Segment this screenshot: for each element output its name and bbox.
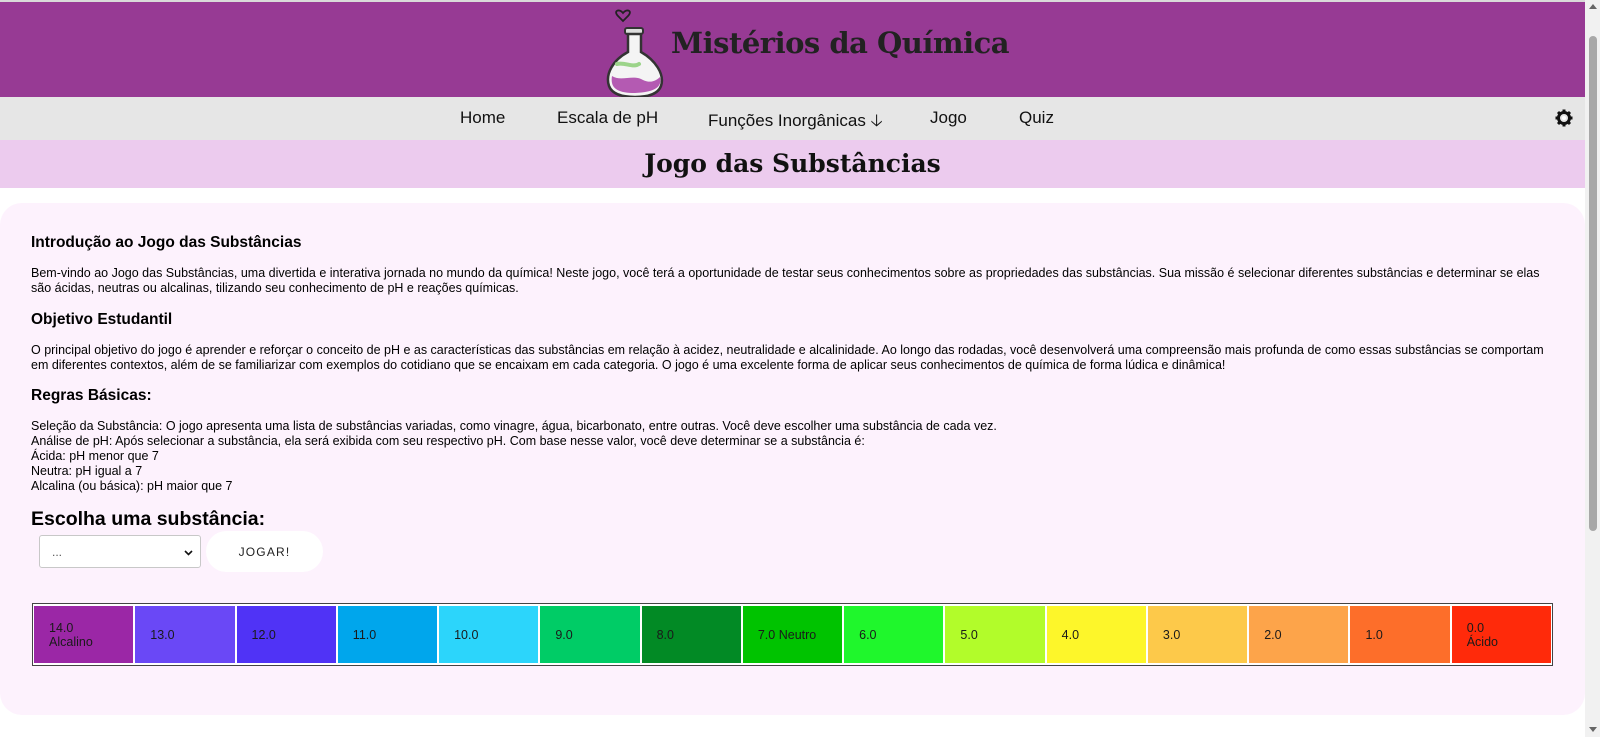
ph-scale-cell-label: 9.0: [555, 628, 572, 642]
ph-value-label: 6.0: [859, 627, 877, 642]
ph-scale-cell: 4.0: [1046, 606, 1146, 663]
substance-select[interactable]: ...: [39, 535, 201, 568]
ph-value-label: 10.0: [454, 627, 479, 642]
choose-substance-heading: Escolha uma substância:: [31, 508, 266, 530]
rule-line: Neutra: pH igual a 7: [31, 464, 143, 478]
ph-scale-cell: 9.0: [540, 606, 640, 663]
ph-scale-cell-label: 12.0: [252, 628, 276, 642]
ph-category-label: Ácido: [1466, 634, 1498, 649]
ph-scale-cell: 7.0 Neutro: [742, 606, 843, 663]
ph-scale-cell: 3.0: [1147, 606, 1248, 663]
ph-value-label: 3.0: [1162, 627, 1181, 642]
page-title: Jogo das Substâncias: [644, 149, 941, 178]
ph-value-label: 4.0: [1061, 627, 1080, 642]
rule-line: Alcalina (ou básica): pH maior que 7: [31, 479, 233, 493]
flask-icon: [606, 9, 664, 97]
ph-scale-cell-label: 4.0: [1062, 628, 1079, 642]
ph-value-label: 13.0: [150, 627, 175, 642]
ph-category-label: Alcalino: [49, 634, 93, 649]
ph-scale-cell-label: 14.0 Alcalino: [49, 621, 93, 649]
ph-scale-cell-label: 11.0: [353, 628, 376, 642]
ph-scale-cell: 6.0: [844, 606, 944, 663]
gear-icon[interactable]: [1555, 109, 1573, 127]
nav-item-escala-ph[interactable]: Escala de pH: [557, 108, 658, 128]
ph-scale-cell-label: 0.0 Ácido: [1467, 621, 1498, 649]
chevron-down-icon: [184, 550, 193, 556]
ph-scale-cell: 14.0 Alcalino: [34, 606, 134, 663]
ph-scale: 14.0 Alcalino 13.0 12.0 11.0 10.0 9.0 8.0 7.0 Ne…: [32, 603, 1553, 666]
ph-scale-cell: 2.0: [1249, 606, 1349, 663]
ph-scale-cell-label: 2.0: [1264, 628, 1281, 642]
rule-line: Análise de pH: Após selecionar a substân…: [31, 434, 865, 448]
ph-value-label: 11.0: [352, 627, 377, 642]
ph-scale-cell-label: 3.0: [1163, 628, 1180, 642]
ph-value-label: 8.0: [656, 627, 674, 642]
site-header: Mistérios da Química: [0, 2, 1585, 97]
ph-scale-cell-label: 10.0: [454, 628, 478, 642]
rule-line: Seleção da Substância: O jogo apresenta …: [31, 419, 997, 433]
page-title-band: Jogo das Substâncias: [0, 140, 1585, 188]
ph-scale-cell-label: 8.0: [657, 628, 674, 642]
nav-item-quiz[interactable]: Quiz: [1019, 108, 1054, 128]
ph-scale-cell-label: 5.0: [960, 628, 977, 642]
ph-value-label: 12.0: [251, 627, 276, 642]
nav-item-funcoes-inorganicas[interactable]: Funções Inorgânicas 🡣: [708, 108, 883, 137]
ph-scale-cell: 1.0: [1350, 606, 1450, 663]
objective-text: O principal objetivo do jogo é aprender …: [31, 343, 1544, 372]
ph-value-label: 9.0: [555, 627, 573, 642]
substance-select-value: ...: [52, 545, 63, 559]
ph-scale-cell: 8.0: [641, 606, 741, 663]
main-nav: Home Escala de pH Funções Inorgânicas 🡣 …: [0, 97, 1585, 140]
intro-heading: Introdução ao Jogo das Substâncias: [31, 234, 302, 251]
objective-heading: Objetivo Estudantil: [31, 311, 173, 328]
ph-scale-cell: 11.0: [337, 606, 438, 663]
scroll-thumb[interactable]: [1589, 36, 1597, 531]
nav-item-jogo[interactable]: Jogo: [930, 108, 967, 128]
ph-scale-cell: 0.0 Ácido: [1451, 606, 1551, 663]
ph-scale-cell: 13.0: [135, 606, 235, 663]
site-title: Mistérios da Química: [671, 26, 1010, 60]
scroll-up-arrow-icon[interactable]: [1589, 4, 1597, 9]
rules-list: Seleção da Substância: O jogo apresenta …: [31, 419, 1561, 494]
intro-text: Bem-vindo ao Jogo das Substâncias, uma d…: [31, 266, 1540, 295]
ph-value-label: 2.0: [1264, 627, 1282, 642]
rule-line: Ácida: pH menor que 7: [31, 449, 159, 463]
ph-scale-cell: 5.0: [945, 606, 1045, 663]
rules-heading: Regras Básicas:: [31, 387, 152, 404]
ph-scale-cell-label: 1.0: [1365, 628, 1382, 642]
ph-scale-cell: 12.0: [236, 606, 336, 663]
scroll-down-arrow-icon[interactable]: [1589, 727, 1597, 732]
ph-value-label: 14.0: [49, 620, 74, 635]
site-logo[interactable]: Mistérios da Química: [605, 4, 1010, 97]
ph-value-label: 5.0: [960, 627, 978, 642]
ph-scale-cell-label: 7.0 Neutro: [758, 628, 816, 642]
play-button[interactable]: JOGAR!: [206, 531, 323, 572]
ph-scale-cell-label: 6.0: [859, 628, 876, 642]
ph-scale-cell: 10.0: [439, 606, 539, 663]
ph-value-label: 7.0 Neutro: [757, 627, 817, 642]
ph-value-label: 0.0: [1466, 620, 1485, 635]
ph-value-label: 1.0: [1365, 627, 1383, 642]
ph-scale-cell-label: 13.0: [150, 628, 174, 642]
page-scrollbar[interactable]: [1585, 0, 1600, 737]
nav-item-home[interactable]: Home: [460, 108, 505, 128]
